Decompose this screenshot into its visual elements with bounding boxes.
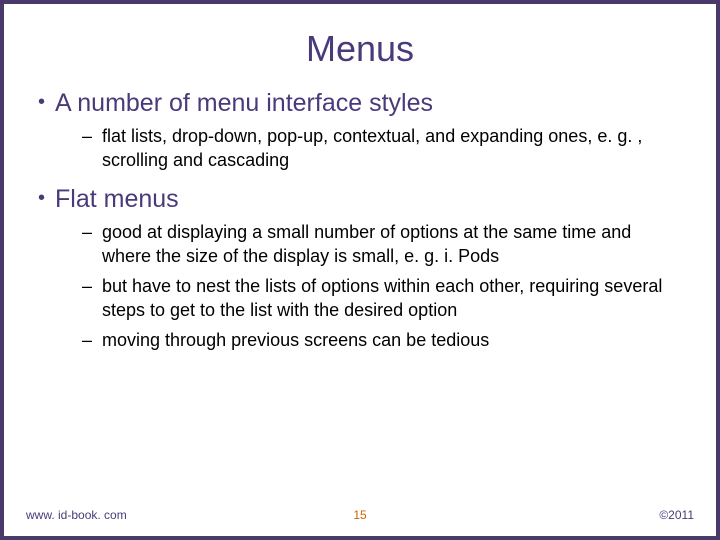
- bullet-text: flat lists, drop-down, pop-up, contextua…: [102, 124, 678, 172]
- bullet-level1: • A number of menu interface styles: [38, 88, 688, 118]
- bullet-text: moving through previous screens can be t…: [102, 328, 489, 352]
- bullet-text: A number of menu interface styles: [55, 88, 433, 118]
- copyright: ©2011: [659, 508, 694, 522]
- bullet-level2: – moving through previous screens can be…: [82, 328, 688, 352]
- footer-url: www. id-book. com: [26, 508, 127, 522]
- bullet-text: good at displaying a small number of opt…: [102, 220, 678, 268]
- bullet-dash-icon: –: [82, 124, 92, 148]
- bullet-level2: – but have to nest the lists of options …: [82, 274, 688, 322]
- footer: www. id-book. com 15 ©2011: [4, 508, 716, 522]
- slide-content: • A number of menu interface styles – fl…: [4, 88, 716, 352]
- bullet-dash-icon: –: [82, 274, 92, 298]
- bullet-level1: • Flat menus: [38, 184, 688, 214]
- bullet-dot-icon: •: [38, 88, 45, 116]
- bullet-dash-icon: –: [82, 220, 92, 244]
- bullet-text: Flat menus: [55, 184, 179, 214]
- slide: Menus • A number of menu interface style…: [0, 0, 720, 540]
- bullet-level2: – good at displaying a small number of o…: [82, 220, 688, 268]
- bullet-dot-icon: •: [38, 184, 45, 212]
- bullet-text: but have to nest the lists of options wi…: [102, 274, 678, 322]
- bullet-level2: – flat lists, drop-down, pop-up, context…: [82, 124, 688, 172]
- page-number: 15: [353, 508, 366, 522]
- bullet-dash-icon: –: [82, 328, 92, 352]
- slide-title: Menus: [4, 28, 716, 70]
